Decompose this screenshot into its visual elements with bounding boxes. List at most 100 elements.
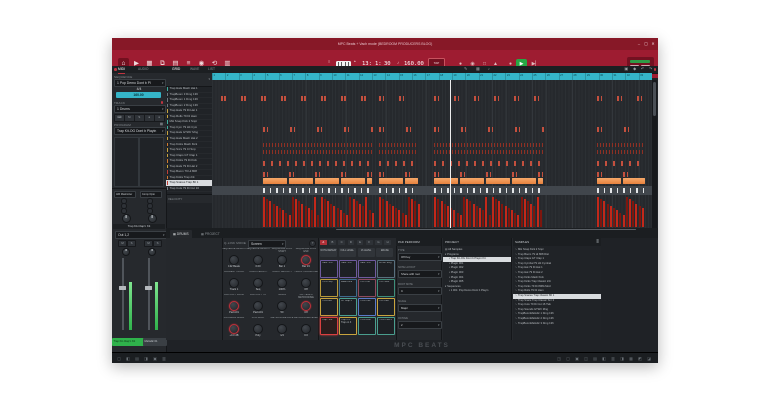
midi-note[interactable] bbox=[458, 143, 459, 147]
midi-note[interactable] bbox=[618, 150, 619, 154]
midi-note[interactable] bbox=[359, 161, 361, 166]
midi-note[interactable] bbox=[294, 127, 296, 132]
velocity-bar[interactable] bbox=[632, 201, 634, 227]
track-list-header[interactable]: ▾ bbox=[166, 73, 212, 87]
midi-note[interactable] bbox=[412, 188, 414, 193]
status-icon[interactable]: ◧ bbox=[601, 356, 607, 361]
status-icon[interactable]: ▥ bbox=[161, 356, 167, 361]
midi-note[interactable] bbox=[506, 188, 508, 193]
midi-note[interactable] bbox=[446, 143, 447, 147]
midi-note[interactable] bbox=[345, 172, 347, 177]
midi-note[interactable] bbox=[395, 161, 397, 166]
tab-wave[interactable]: WAVE bbox=[188, 66, 201, 73]
midi-note[interactable] bbox=[488, 127, 490, 132]
midi-note[interactable] bbox=[480, 188, 482, 193]
midi-note[interactable] bbox=[601, 96, 603, 101]
drum-pad-12[interactable]: 79 L Shot bbox=[377, 279, 395, 297]
velocity-bar[interactable] bbox=[324, 199, 326, 227]
midi-note[interactable] bbox=[506, 161, 508, 166]
velocity-bar[interactable] bbox=[463, 197, 465, 227]
midi-note[interactable] bbox=[519, 127, 521, 132]
midi-note[interactable] bbox=[458, 150, 459, 154]
status-icon[interactable]: ◧ bbox=[125, 356, 131, 361]
midi-note[interactable] bbox=[521, 143, 522, 147]
midi-note[interactable] bbox=[348, 188, 350, 193]
velocity-bar[interactable] bbox=[418, 204, 420, 227]
velocity-bar[interactable] bbox=[292, 197, 294, 227]
midi-note[interactable] bbox=[461, 127, 463, 132]
midi-note[interactable] bbox=[442, 161, 444, 166]
midi-note-long[interactable] bbox=[341, 178, 365, 184]
pad-bank-b[interactable]: B bbox=[329, 240, 336, 245]
midi-note[interactable] bbox=[514, 96, 516, 101]
midi-note[interactable] bbox=[284, 96, 286, 101]
velocity-bar[interactable] bbox=[405, 215, 407, 227]
midi-note[interactable] bbox=[409, 172, 411, 177]
grid-scrollbar-thumb[interactable] bbox=[653, 82, 656, 116]
mute-button[interactable]: M bbox=[118, 240, 127, 247]
velocity-bar[interactable] bbox=[482, 210, 484, 227]
midi-note[interactable] bbox=[344, 143, 345, 147]
velocity-bar[interactable] bbox=[398, 210, 400, 227]
field-type[interactable]: Off Key▾ bbox=[398, 253, 442, 261]
midi-note[interactable] bbox=[446, 150, 447, 154]
midi-note[interactable] bbox=[351, 161, 353, 166]
midi-note[interactable] bbox=[636, 143, 637, 147]
midi-note-long[interactable] bbox=[367, 178, 372, 184]
midi-note[interactable] bbox=[536, 150, 537, 154]
velocity-bar[interactable] bbox=[402, 213, 404, 227]
velocity-bar[interactable] bbox=[508, 208, 510, 227]
velocity-bar[interactable] bbox=[392, 206, 394, 227]
midi-note[interactable] bbox=[621, 150, 622, 154]
tab-list[interactable]: LIST bbox=[206, 66, 217, 73]
midi-note[interactable] bbox=[279, 161, 281, 166]
midi-note[interactable] bbox=[272, 143, 273, 147]
midi-note[interactable] bbox=[539, 150, 540, 154]
midi-note[interactable] bbox=[542, 150, 543, 154]
midi-note[interactable] bbox=[348, 127, 350, 132]
midi-note[interactable] bbox=[311, 161, 313, 166]
drum-pad-10[interactable]: Mash Kick bbox=[339, 279, 357, 297]
midi-note[interactable] bbox=[621, 161, 623, 166]
velocity-bar[interactable] bbox=[305, 206, 307, 227]
project-tree-item[interactable]: • 1 001: Pop Demo Dont b Playin bbox=[443, 289, 511, 294]
midi-note[interactable] bbox=[341, 172, 343, 177]
velocity-bar[interactable] bbox=[479, 208, 481, 227]
velocity-bar[interactable] bbox=[626, 197, 628, 227]
midi-note[interactable] bbox=[323, 150, 324, 154]
midi-note[interactable] bbox=[597, 188, 599, 193]
midi-note-long[interactable] bbox=[434, 178, 458, 184]
midi-note[interactable] bbox=[641, 96, 643, 101]
midi-note[interactable] bbox=[261, 96, 263, 101]
midi-note[interactable] bbox=[452, 150, 453, 154]
midi-note[interactable] bbox=[283, 188, 285, 193]
midi-note[interactable] bbox=[263, 161, 265, 166]
midi-note[interactable] bbox=[467, 150, 468, 154]
midi-note[interactable] bbox=[482, 161, 484, 166]
velocity-bar[interactable] bbox=[362, 206, 364, 227]
midi-note[interactable] bbox=[406, 150, 407, 154]
velocity-bar[interactable] bbox=[311, 210, 313, 227]
velocity-bar[interactable] bbox=[642, 208, 644, 227]
velocity-bar[interactable] bbox=[639, 206, 641, 227]
midi-note[interactable] bbox=[512, 172, 514, 177]
midi-note[interactable] bbox=[267, 172, 269, 177]
midi-note[interactable] bbox=[319, 172, 321, 177]
midi-note[interactable] bbox=[609, 150, 610, 154]
drum-pad-09[interactable]: 79 Cl Snp bbox=[320, 279, 338, 297]
midi-note[interactable] bbox=[311, 150, 312, 154]
midi-note[interactable] bbox=[371, 150, 372, 154]
midi-note[interactable] bbox=[600, 143, 601, 147]
midi-note[interactable] bbox=[383, 127, 385, 132]
velocity-bar[interactable] bbox=[279, 208, 281, 227]
midi-note[interactable] bbox=[338, 143, 339, 147]
status-icon[interactable]: ▦ bbox=[628, 356, 634, 361]
midi-note[interactable] bbox=[406, 143, 407, 147]
midi-note[interactable] bbox=[512, 188, 514, 193]
midi-note[interactable] bbox=[493, 188, 495, 193]
midi-note[interactable] bbox=[597, 150, 598, 154]
midi-note[interactable] bbox=[263, 150, 264, 154]
midi-note[interactable] bbox=[394, 150, 395, 154]
midi-note[interactable] bbox=[503, 143, 504, 147]
midi-note[interactable] bbox=[320, 150, 321, 154]
